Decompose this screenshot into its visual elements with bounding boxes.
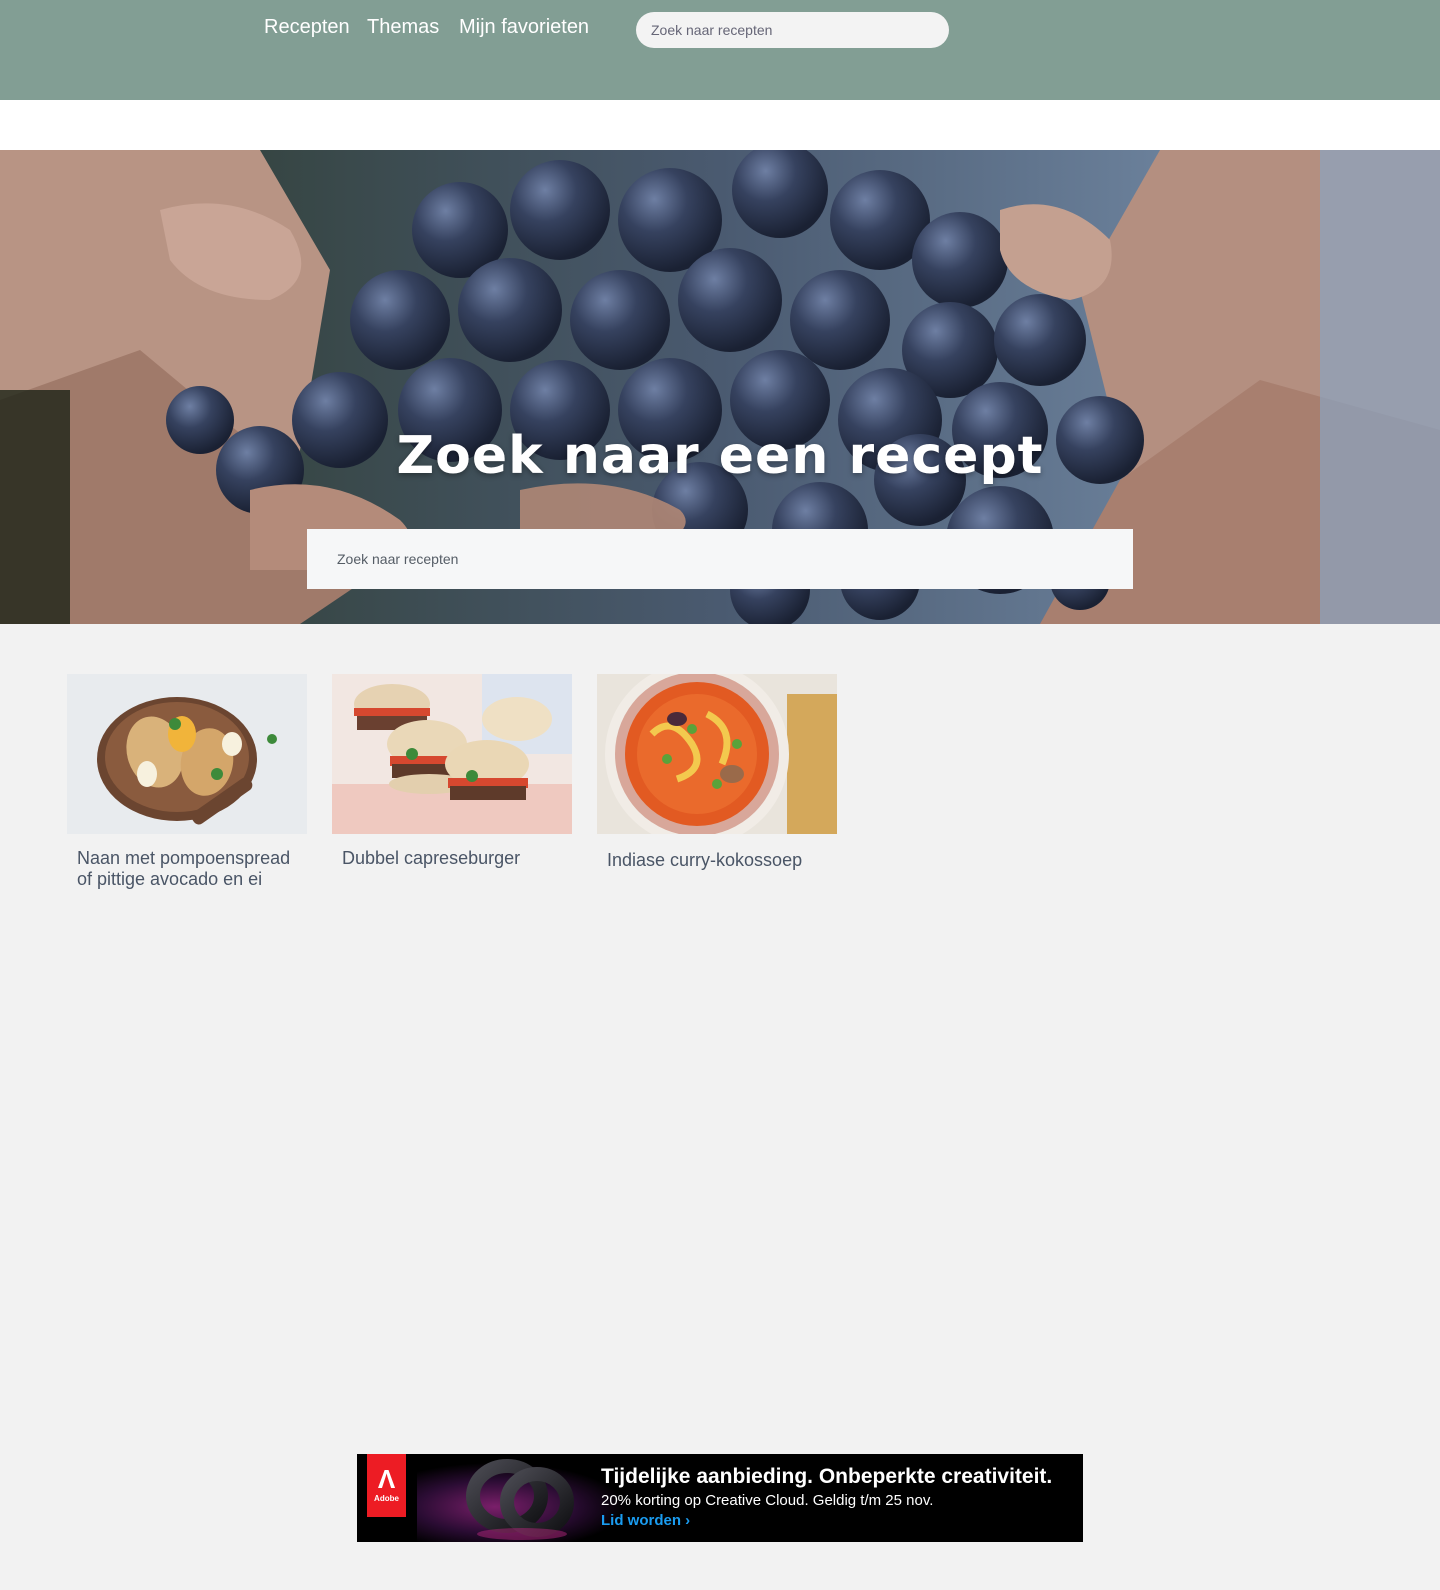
adobe-logo-text: Adobe: [374, 1494, 399, 1503]
recipe-image-curry-soup: [597, 674, 837, 834]
hero-title: Zoek naar een recept: [396, 426, 1044, 486]
nav-link-mijn-favorieten[interactable]: Mijn favorieten: [459, 16, 589, 39]
ad-headline: Tijdelijke aanbieding. Onbeperkte creati…: [601, 1465, 1053, 1488]
ad-subtext: 20% korting op Creative Cloud. Geldig t/…: [601, 1492, 934, 1509]
hero-search-input[interactable]: [307, 529, 1133, 589]
recipe-title[interactable]: Dubbel capreseburger: [342, 848, 562, 869]
recipe-card[interactable]: Dubbel capreseburger: [332, 674, 572, 869]
adobe-logo-icon: Λ: [377, 1464, 396, 1494]
header-spacer: [0, 100, 1440, 150]
nav-link-themas[interactable]: Themas: [367, 16, 439, 39]
hero-banner: Zoek naar een recept: [0, 150, 1440, 624]
recipe-card[interactable]: Indiase curry-kokossoep: [597, 674, 837, 871]
header-search-input[interactable]: [636, 12, 949, 48]
adobe-ad-banner[interactable]: Λ Adobe Tijdelijke aanbieding. Onbeperkt…: [357, 1454, 1083, 1542]
recipe-image-naan: [67, 674, 307, 834]
top-navigation-bar: Recepten Themas Mijn favorieten: [0, 0, 1440, 100]
recipe-title[interactable]: Indiase curry-kokossoep: [607, 850, 827, 871]
recipe-card[interactable]: Naan met pompoenspread of pittige avocad…: [67, 674, 307, 890]
recipe-image-capreseburger: [332, 674, 572, 834]
nav-link-recepten[interactable]: Recepten: [264, 16, 350, 39]
adobe-logo: Λ Adobe: [367, 1454, 406, 1517]
recipe-title[interactable]: Naan met pompoenspread of pittige avocad…: [77, 848, 297, 890]
ad-cta-link[interactable]: Lid worden ›: [601, 1512, 690, 1529]
